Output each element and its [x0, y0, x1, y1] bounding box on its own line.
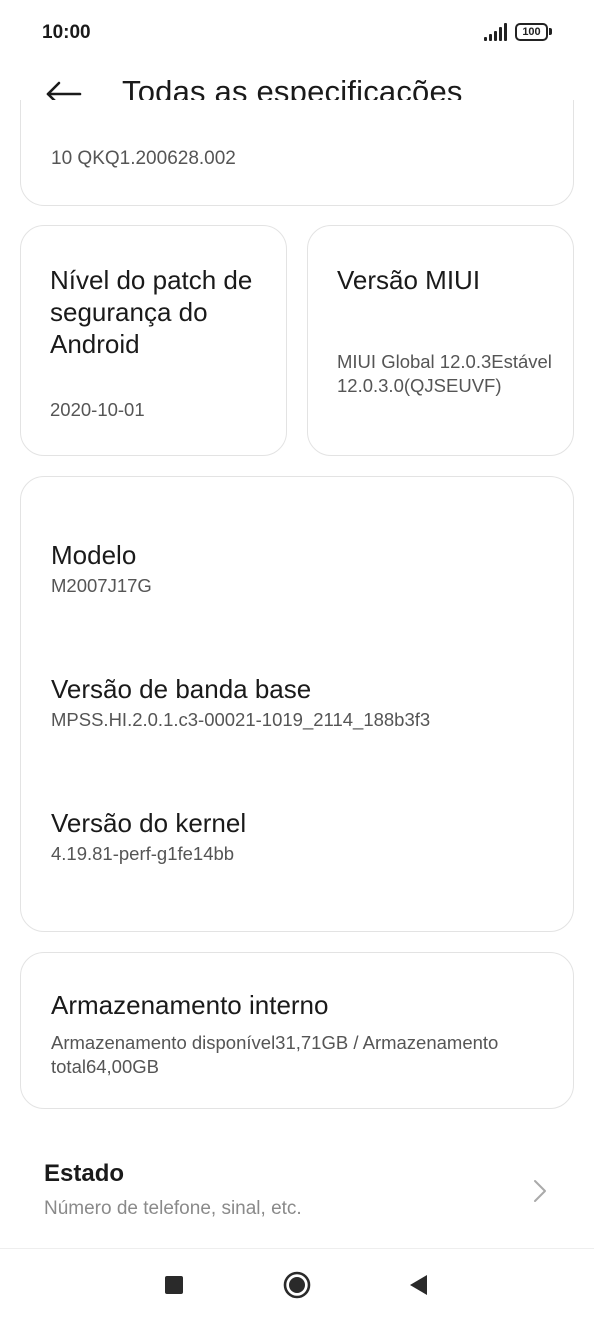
miui-version-card[interactable]: Versão MIUI MIUI Global 12.0.3Estável 12… [307, 225, 574, 456]
kernel-item[interactable]: Versão do kernel 4.19.81-perf-g1fe14bb [51, 807, 246, 867]
screen: 10:00 100 Todas as especificações 10 QKQ… [0, 0, 594, 1320]
storage-label: Armazenamento interno [51, 990, 329, 1020]
kernel-value: 4.19.81-perf-g1fe14bb [51, 843, 235, 864]
security-patch-card[interactable]: Nível do patch de segurança do Android 2… [20, 225, 287, 456]
model-label: Modelo [51, 540, 137, 570]
estado-subtitle: Número de telefone, sinal, etc. [44, 1198, 302, 1219]
home-circle-icon [283, 1271, 311, 1299]
build-number-value: 10 QKQ1.200628.002 [51, 148, 236, 169]
baseband-value: MPSS.HI.2.0.1.c3-00021-1019_2114_188b3f3 [51, 709, 431, 730]
model-value: M2007J17G [51, 575, 152, 596]
security-patch-value: 2020-10-01 [50, 399, 145, 420]
model-item[interactable]: Modelo M2007J17G [51, 539, 152, 599]
storage-card[interactable]: Armazenamento interno Armazenamento disp… [20, 952, 574, 1109]
battery-icon: 100 [515, 23, 553, 41]
nav-back-button[interactable] [399, 1265, 439, 1305]
baseband-label: Versão de banda base [51, 674, 312, 704]
build-number-card[interactable]: 10 QKQ1.200628.002 [20, 100, 574, 206]
miui-version-value: MIUI Global 12.0.3Estável 12.0.3.0(QJSEU… [337, 351, 552, 396]
kernel-label: Versão do kernel [51, 808, 247, 838]
chevron-right-icon [534, 1180, 546, 1202]
estado-row[interactable]: Estado Número de telefone, sinal, etc. [0, 1140, 594, 1240]
battery-level: 100 [515, 23, 548, 41]
security-patch-label: Nível do patch de segurança do Android [50, 265, 253, 359]
recents-button[interactable] [154, 1265, 194, 1305]
signal-icon [484, 23, 508, 41]
device-info-card: Modelo M2007J17G Versão de banda base MP… [20, 476, 574, 932]
status-time: 10:00 [42, 22, 91, 43]
miui-version-label: Versão MIUI [337, 265, 481, 295]
estado-title: Estado [44, 1160, 125, 1187]
back-triangle-icon [410, 1275, 427, 1295]
recents-square-icon [165, 1276, 183, 1294]
baseband-item[interactable]: Versão de banda base MPSS.HI.2.0.1.c3-00… [51, 673, 430, 733]
home-button[interactable] [277, 1265, 317, 1305]
storage-value: Armazenamento disponível31,71GB / Armaze… [51, 1032, 499, 1077]
navigation-bar [0, 1248, 594, 1320]
